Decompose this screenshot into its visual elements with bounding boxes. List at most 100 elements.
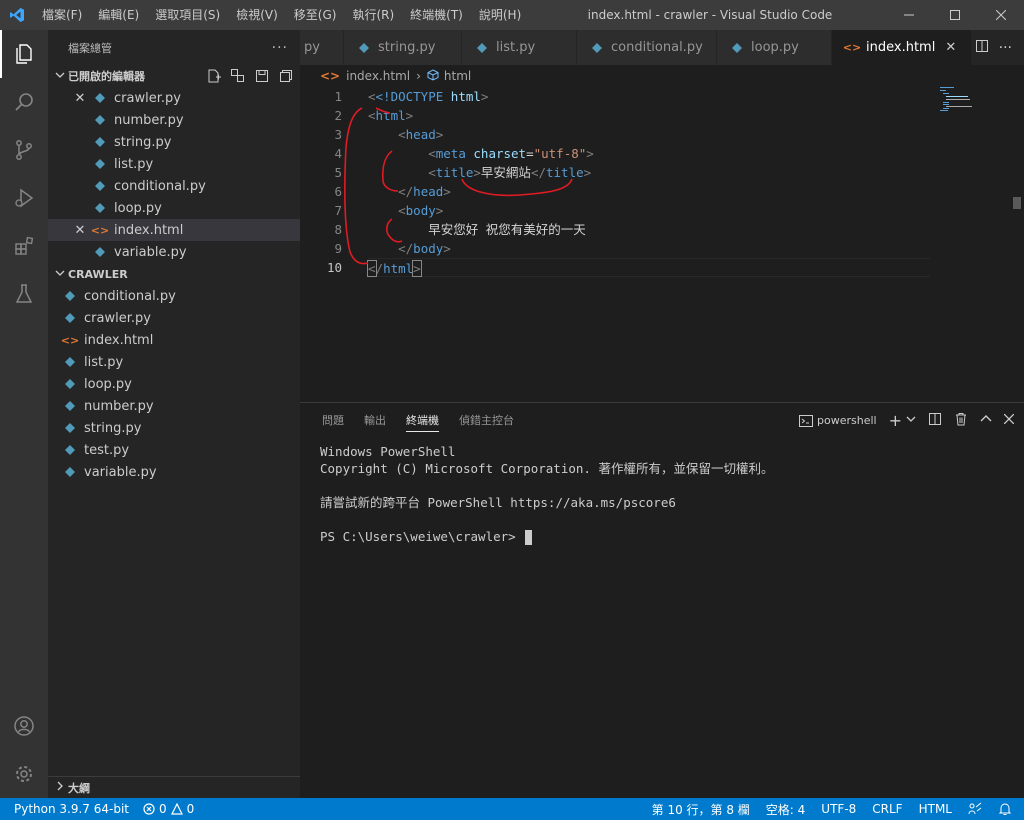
manage-button[interactable] bbox=[0, 750, 48, 798]
more-actions-button[interactable]: ··· bbox=[272, 40, 288, 56]
editor-scrollbar[interactable] bbox=[1010, 87, 1024, 400]
tab-label: py bbox=[304, 40, 320, 55]
python-file-icon bbox=[92, 134, 108, 150]
outline-header[interactable]: 大綱 bbox=[48, 776, 300, 798]
terminal-line-text: Windows PowerShell bbox=[320, 444, 456, 459]
file-tree-item[interactable]: <> index.html bbox=[48, 329, 300, 351]
indentation[interactable]: 空格: 4 bbox=[766, 801, 806, 818]
menu-item[interactable]: 移至(G) bbox=[286, 0, 345, 30]
python-interpreter[interactable]: Python 3.9.7 64-bit bbox=[14, 802, 129, 816]
new-file-icon[interactable] bbox=[206, 68, 222, 87]
open-editor-item[interactable]: ✕variable.py bbox=[48, 241, 300, 263]
save-all-icon[interactable] bbox=[254, 68, 270, 87]
panel-tab[interactable]: 偵錯主控台 bbox=[449, 403, 524, 438]
python-file-icon bbox=[62, 288, 78, 304]
maximize-button[interactable] bbox=[932, 0, 978, 30]
menu-item[interactable]: 說明(H) bbox=[471, 0, 529, 30]
close-editor-icon[interactable]: ✕ bbox=[72, 91, 88, 106]
file-name: loop.py bbox=[84, 376, 132, 392]
minimap[interactable] bbox=[930, 87, 1010, 400]
chevron-down-icon[interactable] bbox=[906, 414, 916, 427]
folder-header[interactable]: CRAWLER bbox=[48, 263, 300, 285]
minimize-button[interactable] bbox=[886, 0, 932, 30]
terminal-selector[interactable]: powershell bbox=[799, 414, 877, 427]
python-file-icon bbox=[62, 398, 78, 414]
extensions-button[interactable] bbox=[0, 222, 48, 270]
extensions-icon bbox=[15, 236, 34, 255]
terminal-output[interactable]: Windows PowerShell Copyright (C) Microsof… bbox=[320, 443, 773, 545]
editor-tab[interactable]: py bbox=[300, 30, 344, 65]
terminal-panel: 問題 輸出 終端機 偵錯主控台 powershell + Windows PowerS… bbox=[300, 402, 1024, 798]
accounts-button[interactable] bbox=[0, 702, 48, 750]
python-file-icon bbox=[92, 112, 108, 128]
editor-tab[interactable]: loop.py bbox=[717, 30, 832, 65]
panel-tab[interactable]: 問題 bbox=[312, 403, 354, 438]
code-editor[interactable]: 1 2 3 4 5 6 7 8 9 10 <<!DOCTYPE html> <html> <hea… bbox=[300, 87, 1010, 400]
menu-item[interactable]: 選取項目(S) bbox=[147, 0, 228, 30]
encoding[interactable]: UTF-8 bbox=[821, 802, 856, 816]
python-file-icon bbox=[92, 90, 108, 106]
search-button[interactable] bbox=[0, 78, 48, 126]
breadcrumb-symbol[interactable]: html bbox=[444, 69, 471, 83]
cursor-position[interactable]: 第 10 行，第 8 欄 bbox=[652, 801, 750, 818]
explorer-button[interactable] bbox=[0, 30, 48, 78]
panel-tab[interactable]: 輸出 bbox=[354, 403, 396, 438]
editor-tab[interactable]: conditional.py bbox=[577, 30, 717, 65]
editor-tab[interactable]: list.py bbox=[462, 30, 577, 65]
open-editor-item[interactable]: ✕list.py bbox=[48, 153, 300, 175]
python-file-icon bbox=[62, 464, 78, 480]
end-of-line[interactable]: CRLF bbox=[872, 802, 902, 816]
feedback-button[interactable] bbox=[968, 802, 982, 816]
file-tree-item[interactable]: test.py bbox=[48, 439, 300, 461]
problems-indicator[interactable]: 0 0 bbox=[143, 802, 194, 816]
close-panel-button[interactable] bbox=[1003, 413, 1015, 427]
open-editor-item[interactable]: ✕number.py bbox=[48, 109, 300, 131]
editor-tab[interactable]: string.py bbox=[344, 30, 462, 65]
kill-terminal-button[interactable] bbox=[954, 412, 968, 429]
tab-label: loop.py bbox=[751, 40, 799, 55]
bell-icon bbox=[998, 803, 1012, 815]
file-tree-item[interactable]: crawler.py bbox=[48, 307, 300, 329]
open-editor-item[interactable]: ✕string.py bbox=[48, 131, 300, 153]
panel-tab[interactable]: 終端機 bbox=[396, 403, 449, 438]
file-tree-item[interactable]: list.py bbox=[48, 351, 300, 373]
open-editor-item[interactable]: ✕loop.py bbox=[48, 197, 300, 219]
file-tree-item[interactable]: loop.py bbox=[48, 373, 300, 395]
maximize-panel-button[interactable] bbox=[980, 413, 992, 428]
scrollbar-thumb[interactable] bbox=[1013, 197, 1021, 209]
menu-item[interactable]: 檢視(V) bbox=[228, 0, 286, 30]
more-actions-button[interactable]: ··· bbox=[999, 40, 1012, 56]
menu-item[interactable]: 編輯(E) bbox=[90, 0, 147, 30]
source-control-button[interactable] bbox=[0, 126, 48, 174]
breadcrumb: <> index.html › html bbox=[300, 65, 1024, 87]
language-mode[interactable]: HTML bbox=[919, 802, 952, 816]
file-name: string.py bbox=[84, 420, 142, 436]
editor-tab[interactable]: <> index.html ✕ bbox=[832, 30, 973, 65]
python-file-icon bbox=[92, 244, 108, 260]
menu-item[interactable]: 檔案(F) bbox=[34, 0, 90, 30]
open-editor-item[interactable]: ✕conditional.py bbox=[48, 175, 300, 197]
close-editor-icon[interactable]: ✕ bbox=[72, 223, 88, 238]
breadcrumb-file[interactable]: index.html bbox=[346, 69, 410, 83]
testing-button[interactable] bbox=[0, 270, 48, 318]
file-tree-item[interactable]: number.py bbox=[48, 395, 300, 417]
run-debug-button[interactable] bbox=[0, 174, 48, 222]
close-window-button[interactable] bbox=[978, 0, 1024, 30]
split-terminal-button[interactable] bbox=[928, 412, 942, 429]
feedback-icon bbox=[968, 802, 982, 815]
file-tree-item[interactable]: conditional.py bbox=[48, 285, 300, 307]
file-tree-item[interactable]: variable.py bbox=[48, 461, 300, 483]
open-editor-item[interactable]: ✕ crawler.py bbox=[48, 87, 300, 109]
open-editors-header[interactable]: 已開啟的編輯器 bbox=[48, 65, 300, 87]
notifications-button[interactable] bbox=[998, 802, 1012, 816]
new-folder-icon[interactable] bbox=[230, 68, 246, 87]
open-editor-item[interactable]: ✕ <> index.html bbox=[48, 219, 300, 241]
file-tree-item[interactable]: string.py bbox=[48, 417, 300, 439]
split-editor-button[interactable] bbox=[975, 39, 989, 56]
menu-item[interactable]: 執行(R) bbox=[344, 0, 402, 30]
menu-item[interactable]: 終端機(T) bbox=[402, 0, 471, 30]
close-all-icon[interactable] bbox=[278, 68, 294, 87]
new-terminal-button[interactable]: + bbox=[889, 411, 902, 430]
close-tab-icon[interactable]: ✕ bbox=[945, 40, 959, 55]
